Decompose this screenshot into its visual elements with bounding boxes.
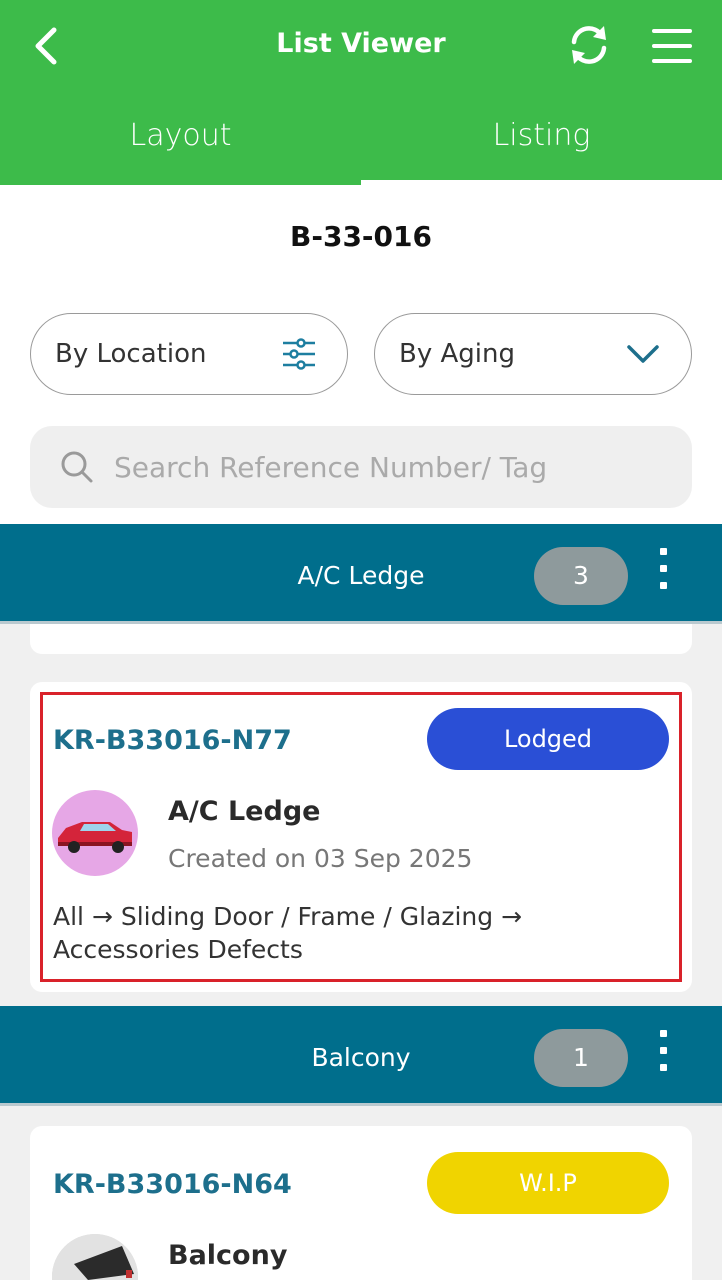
- search-input[interactable]: [114, 444, 674, 490]
- group-header-balcony[interactable]: Balcony 1: [0, 1006, 722, 1106]
- hamburger-menu-icon[interactable]: [650, 26, 694, 66]
- unit-number: B-33-016: [290, 220, 432, 253]
- list-item[interactable]: KR-B33016-N64 W.I.P Balcony: [30, 1126, 692, 1280]
- location-title: A/C Ledge: [168, 796, 321, 827]
- defect-path: All → Sliding Door / Frame / Glazing → A…: [53, 902, 523, 964]
- active-tab-indicator: [361, 180, 722, 185]
- location-title: Balcony: [168, 1240, 288, 1271]
- tab-layout[interactable]: Layout: [0, 118, 361, 153]
- search-bar: [30, 426, 692, 508]
- reference-number: KR-B33016-N64: [53, 1169, 292, 1200]
- tab-listing[interactable]: Listing: [361, 118, 722, 153]
- by-aging-label: By Aging: [399, 339, 515, 369]
- group-header-ac-ledge[interactable]: A/C Ledge 3: [0, 524, 722, 624]
- status-badge: W.I.P: [427, 1152, 669, 1214]
- photo-thumbnail: [52, 1234, 138, 1280]
- car-thumbnail: [52, 790, 138, 876]
- created-date: Created on 03 Sep 2025: [168, 844, 473, 873]
- page-title: List Viewer: [276, 28, 446, 59]
- count-badge: 1: [534, 1029, 628, 1087]
- status-badge: Lodged: [427, 708, 669, 770]
- search-icon: [61, 451, 93, 483]
- by-location-filter[interactable]: By Location: [30, 313, 348, 395]
- more-options-icon[interactable]: [650, 548, 676, 604]
- reference-number: KR-B33016-N77: [53, 725, 292, 756]
- count-badge: 3: [534, 547, 628, 605]
- refresh-icon[interactable]: [566, 22, 612, 68]
- sliders-icon: [283, 338, 315, 370]
- chevron-down-icon: [627, 345, 659, 363]
- more-options-icon[interactable]: [650, 1030, 676, 1086]
- app-bar: List Viewer Layout Listing: [0, 0, 722, 185]
- list-item[interactable]: [30, 624, 692, 654]
- by-aging-dropdown[interactable]: By Aging: [374, 313, 692, 395]
- by-location-label: By Location: [55, 339, 207, 369]
- list-item[interactable]: KR-B33016-N77 Lodged A/C Ledge Created o…: [30, 682, 692, 992]
- defect-list: A/C Ledge 3 KR-B33016-N77 Lodged A/C Led…: [0, 524, 722, 1280]
